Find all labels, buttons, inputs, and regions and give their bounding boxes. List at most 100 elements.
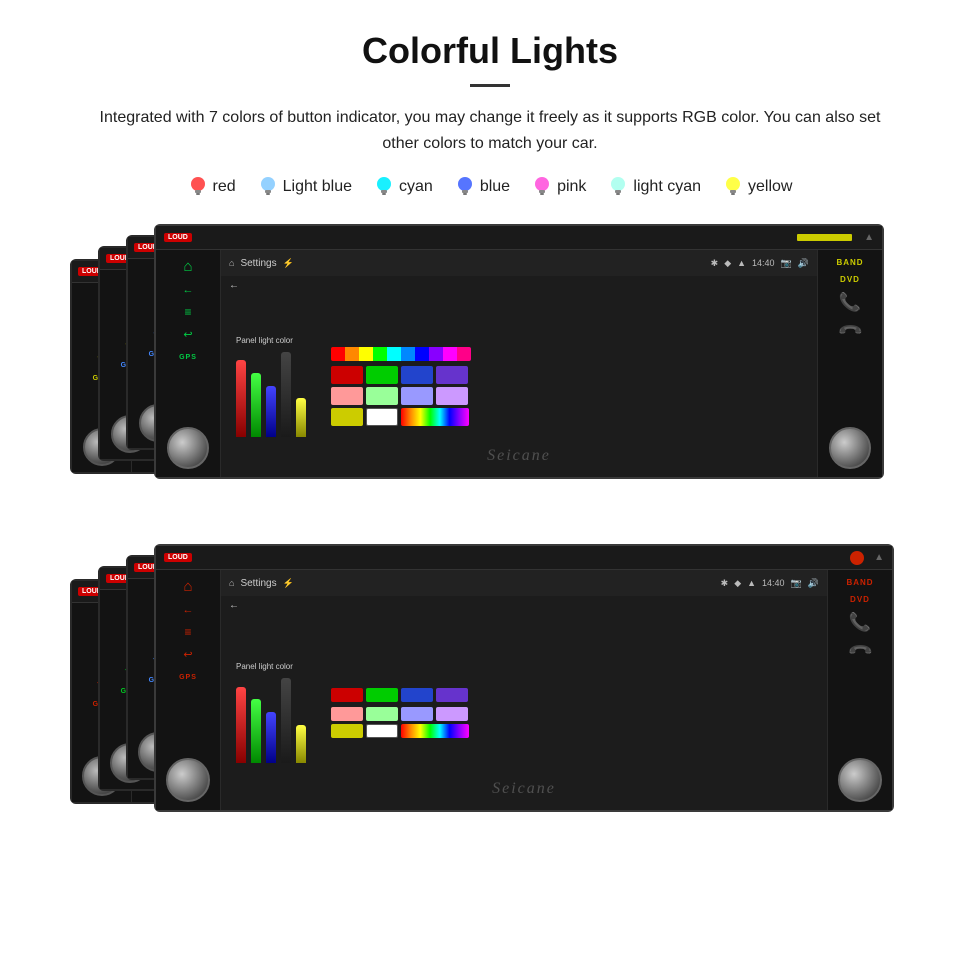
- color-btn-lavender[interactable]: [436, 387, 468, 405]
- back-icon-bm: ↩: [183, 648, 192, 661]
- screen-settings-b: Settings: [240, 578, 276, 589]
- page-description: Integrated with 7 colors of button indic…: [80, 105, 900, 156]
- page-container: Colorful Lights Integrated with 7 colors…: [0, 0, 980, 894]
- indicator-bar-4: [797, 234, 852, 241]
- gps-label-bm: GPS: [179, 674, 197, 681]
- screen-bluetooth-icon: ✱: [711, 258, 719, 269]
- dvd-label-b: DVD: [850, 595, 870, 604]
- screen-usb-icon-b: ⚡: [283, 578, 294, 589]
- panel-light-b: Panel light color: [236, 662, 306, 671]
- color-btn-rainbow[interactable]: [401, 408, 469, 426]
- screen-wifi-b: ◆: [734, 578, 741, 589]
- bottom-device-group: LOUD ⌂ ← ≡ ↩ GPS LOUD: [70, 544, 910, 854]
- indicator-dot-b4: [850, 551, 864, 565]
- slider-b-green: [251, 699, 261, 763]
- page-title: Colorful Lights: [40, 30, 940, 72]
- slider-b-yellow: [296, 725, 306, 763]
- screen-cam-b: 📷: [791, 578, 802, 589]
- slider-black: [281, 352, 291, 437]
- screen-bt-b: ✱: [721, 578, 729, 589]
- radio-unit-b4-main: LOUD ▲ ⌂ ← ≡ ↩ GPS: [154, 544, 894, 812]
- color-label-blue: blue: [480, 178, 510, 196]
- gps-label-main: GPS: [179, 354, 197, 361]
- color-label-lightcyan: light cyan: [633, 178, 701, 196]
- knob-main-left: [167, 427, 209, 469]
- loud-badge-b4: LOUD: [164, 553, 192, 562]
- lightcyan-bulb-icon: [608, 174, 628, 200]
- arrow-icon-bm: ←: [183, 604, 194, 616]
- color-label-cyan: cyan: [399, 178, 433, 196]
- color-btn-green-light[interactable]: [366, 387, 398, 405]
- screen-usb-icon: ⚡: [283, 258, 294, 269]
- screen-home-icon-b: ⌂: [229, 578, 234, 588]
- color-item-lightcyan: light cyan: [608, 174, 701, 200]
- color-btn-green[interactable]: [366, 366, 398, 384]
- devices-section: LOUD ⌂ ← ≡ ↩ GPS LOUD: [40, 224, 940, 854]
- band-label: BAND: [836, 258, 863, 267]
- color-btn-red[interactable]: [331, 366, 363, 384]
- color-btn-blue-light[interactable]: [401, 387, 433, 405]
- lightblue-bulb-icon: [258, 174, 278, 200]
- color-btn-blue[interactable]: [401, 366, 433, 384]
- color-item-red: red: [188, 174, 236, 200]
- slider-b-red: [236, 687, 246, 764]
- slider-blue: [266, 386, 276, 437]
- cbtn-b-white[interactable]: [366, 724, 398, 738]
- yellow-bulb-icon: [723, 174, 743, 200]
- panel-light-label: Panel light color: [236, 336, 306, 345]
- color-label-red: red: [213, 178, 236, 196]
- knob-main-right: [829, 427, 871, 469]
- top-device-group: LOUD ⌂ ← ≡ ↩ GPS LOUD: [70, 224, 910, 514]
- knob-bm-right: [838, 758, 882, 802]
- slider-yellow: [296, 398, 306, 436]
- cbtn-b-yellow[interactable]: [331, 724, 363, 738]
- cbtn-b-purple[interactable]: [436, 688, 468, 702]
- phone-icon: 📞: [839, 292, 861, 313]
- back-icon-main: ↩: [183, 328, 192, 341]
- end-call-icon: 📞: [836, 317, 864, 345]
- cbtn-b-rainbow[interactable]: [401, 724, 469, 738]
- knob-bm-left: [166, 758, 210, 802]
- screen-time: 14:40: [752, 258, 775, 268]
- dvd-label: DVD: [840, 275, 860, 284]
- blue-bulb-icon: [455, 174, 475, 200]
- cbtn-b-gl[interactable]: [366, 707, 398, 721]
- cyan-bulb-icon: [374, 174, 394, 200]
- red-bulb-icon: [188, 174, 208, 200]
- cbtn-b-red[interactable]: [331, 688, 363, 702]
- home-icon-main: ⌂: [183, 258, 192, 275]
- color-item-cyan: cyan: [374, 174, 433, 200]
- screen-vol-icon: 🔊: [798, 258, 809, 269]
- up-arrow-top: ▲: [864, 232, 874, 243]
- color-label-pink: pink: [557, 178, 586, 196]
- arrow-icon-main: ←: [183, 284, 194, 296]
- screen-settings-label: Settings: [240, 258, 276, 269]
- screen-back-arrow: ←: [221, 276, 817, 295]
- radio-unit-4-main: LOUD ▲ ⌂ ← ≡ ↩ GPS: [154, 224, 884, 479]
- screen-time-b: 14:40: [762, 578, 785, 588]
- color-label-yellow: yellow: [748, 178, 792, 196]
- color-btn-yellow-d[interactable]: [331, 408, 363, 426]
- cbtn-b-green[interactable]: [366, 688, 398, 702]
- cbtn-b-blue[interactable]: [401, 688, 433, 702]
- screen-camera-icon: 📷: [781, 258, 792, 269]
- screen-wifi-icon: ◆: [724, 258, 731, 269]
- menu-icon-main: ≡: [184, 305, 191, 319]
- screen-signal-b: ▲: [747, 578, 756, 588]
- color-item-pink: pink: [532, 174, 586, 200]
- cbtn-b-lav[interactable]: [436, 707, 468, 721]
- color-label-lightblue: Light blue: [283, 178, 352, 196]
- end-call-icon-b: 📞: [846, 637, 874, 665]
- title-divider: [470, 84, 510, 87]
- screen-home-icon: ⌂: [229, 258, 234, 268]
- color-item-lightblue: Light blue: [258, 174, 352, 200]
- color-btn-purple[interactable]: [436, 366, 468, 384]
- cbtn-b-pink[interactable]: [331, 707, 363, 721]
- screen-back-b: ←: [221, 596, 827, 615]
- color-btn-white[interactable]: [366, 408, 398, 426]
- color-item-yellow: yellow: [723, 174, 792, 200]
- color-btn-pink-light[interactable]: [331, 387, 363, 405]
- home-icon-bm: ⌂: [183, 578, 192, 595]
- cbtn-b-bl[interactable]: [401, 707, 433, 721]
- menu-icon-bm: ≡: [184, 625, 191, 639]
